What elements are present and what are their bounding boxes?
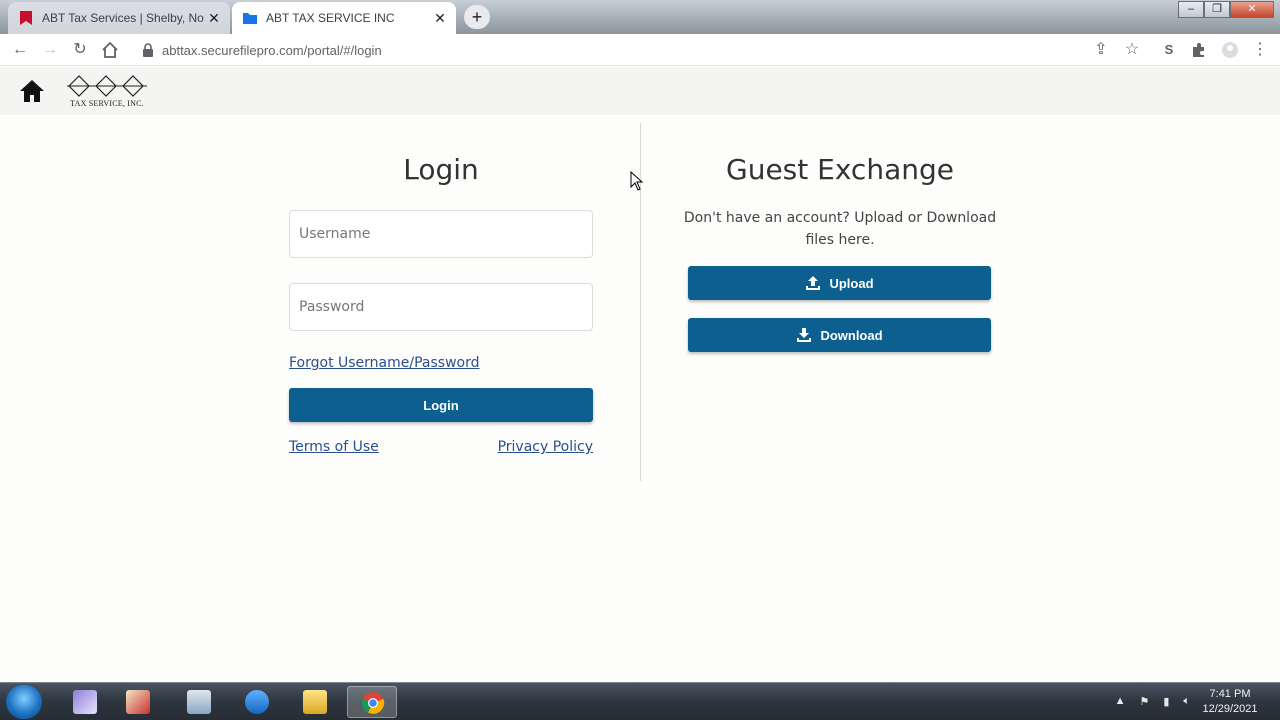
chrome-icon <box>361 692 385 714</box>
start-button[interactable] <box>6 685 42 719</box>
tab-title: ABT TAX SERVICE INC <box>266 11 395 25</box>
show-hidden-icons-icon[interactable]: ▲ <box>1115 695 1126 708</box>
taskbar-app-mail[interactable] <box>232 686 282 718</box>
browser-tab-bar: ABT Tax Services | Shelby, North ✕ ABT T… <box>0 0 1280 34</box>
guest-exchange-description: Don't have an account? Upload or Downloa… <box>683 210 997 248</box>
clock-date: 12/29/2021 <box>1202 703 1258 715</box>
browser-tab-abt-tax-services[interactable]: ABT Tax Services | Shelby, North ✕ <box>8 2 230 34</box>
terms-of-use-link[interactable]: Terms of Use <box>289 439 379 455</box>
action-center-flag-icon[interactable]: ⚑ <box>1139 695 1149 708</box>
logo-subtitle: TAX SERVICE, INC. <box>70 99 144 108</box>
download-icon <box>797 328 812 342</box>
login-title: Login <box>403 153 479 186</box>
extension-s-icon[interactable]: S <box>1159 40 1179 60</box>
folder-icon <box>303 690 327 714</box>
url-text: abttax.securefilepro.com/portal/#/login <box>162 42 382 58</box>
folder-favicon-icon <box>243 13 257 24</box>
window-controls: – ❐ ✕ <box>1178 1 1274 18</box>
network-signal-icon[interactable]: ▮ <box>1163 695 1169 708</box>
close-window-button[interactable]: ✕ <box>1230 1 1274 18</box>
login-button[interactable]: Login <box>289 388 593 422</box>
notepad-icon <box>73 690 97 714</box>
taskbar-app-chrome[interactable] <box>347 686 397 718</box>
back-arrow-icon[interactable]: ← <box>10 40 30 60</box>
password-input[interactable] <box>289 283 593 331</box>
home-icon[interactable] <box>100 40 120 60</box>
browser-tab-abt-tax-service-inc[interactable]: ABT TAX SERVICE INC ✕ <box>232 2 456 34</box>
taskbar-app-explorer[interactable] <box>290 686 340 718</box>
volume-speaker-icon[interactable]: 🔈︎ <box>1183 695 1190 708</box>
profile-avatar-icon[interactable] <box>1220 40 1240 60</box>
lock-icon <box>143 43 153 57</box>
share-icon[interactable]: ⇪ <box>1091 40 1111 60</box>
address-bar[interactable]: abttax.securefilepro.com/portal/#/login <box>132 37 1132 63</box>
taskbar-app-notepad[interactable] <box>60 686 110 718</box>
forward-arrow-icon[interactable]: → <box>40 40 60 60</box>
maximize-window-button[interactable]: ❐ <box>1204 1 1230 18</box>
logo-diamonds-icon <box>67 75 147 97</box>
download-button-label: Download <box>820 327 883 343</box>
new-tab-button[interactable]: + <box>464 5 490 29</box>
download-button[interactable]: Download <box>688 318 991 352</box>
taskbar-app-calculator[interactable] <box>174 686 224 718</box>
browser-toolbar: ← → ↻ abttax.securefilepro.com/portal/#/… <box>0 34 1280 66</box>
extensions-puzzle-icon[interactable] <box>1189 40 1209 60</box>
privacy-policy-link[interactable]: Privacy Policy <box>498 439 593 455</box>
username-input[interactable] <box>289 210 593 258</box>
minimize-window-button[interactable]: – <box>1178 1 1204 18</box>
taskbar-app-solitaire[interactable] <box>113 686 163 718</box>
windows-taskbar: ▲ ⚑ ▮ 🔈︎ 7:41 PM 12/29/2021 <box>0 682 1280 720</box>
abt-logo[interactable]: TAX SERVICE, INC. <box>67 73 147 113</box>
clock-time: 7:41 PM <box>1209 688 1251 700</box>
mail-icon <box>245 690 269 714</box>
upload-icon <box>806 276 821 290</box>
calculator-icon <box>187 690 211 714</box>
taskbar-clock[interactable]: 7:41 PM 12/29/2021 <box>1198 687 1262 717</box>
close-tab-icon[interactable]: ✕ <box>430 10 450 27</box>
close-tab-icon[interactable]: ✕ <box>204 10 224 27</box>
site-header: TAX SERVICE, INC. <box>0 67 1280 115</box>
cards-icon <box>126 690 150 714</box>
bookmark-star-icon[interactable]: ☆ <box>1122 40 1142 60</box>
forgot-credentials-link[interactable]: Forgot Username/Password <box>289 355 480 371</box>
system-tray: ▲ ⚑ ▮ 🔈︎ <box>1115 695 1190 708</box>
mouse-cursor-icon <box>630 171 644 191</box>
guest-exchange-title: Guest Exchange <box>726 153 954 186</box>
reload-icon[interactable]: ↻ <box>70 40 90 60</box>
login-button-label: Login <box>423 397 459 413</box>
upload-button-label: Upload <box>829 275 874 291</box>
bookmark-favicon-icon <box>20 11 32 25</box>
tab-title: ABT Tax Services | Shelby, North <box>42 11 204 25</box>
menu-kebab-icon[interactable]: ⋮ <box>1250 40 1270 60</box>
home-icon[interactable] <box>18 77 46 105</box>
upload-button[interactable]: Upload <box>688 266 991 300</box>
